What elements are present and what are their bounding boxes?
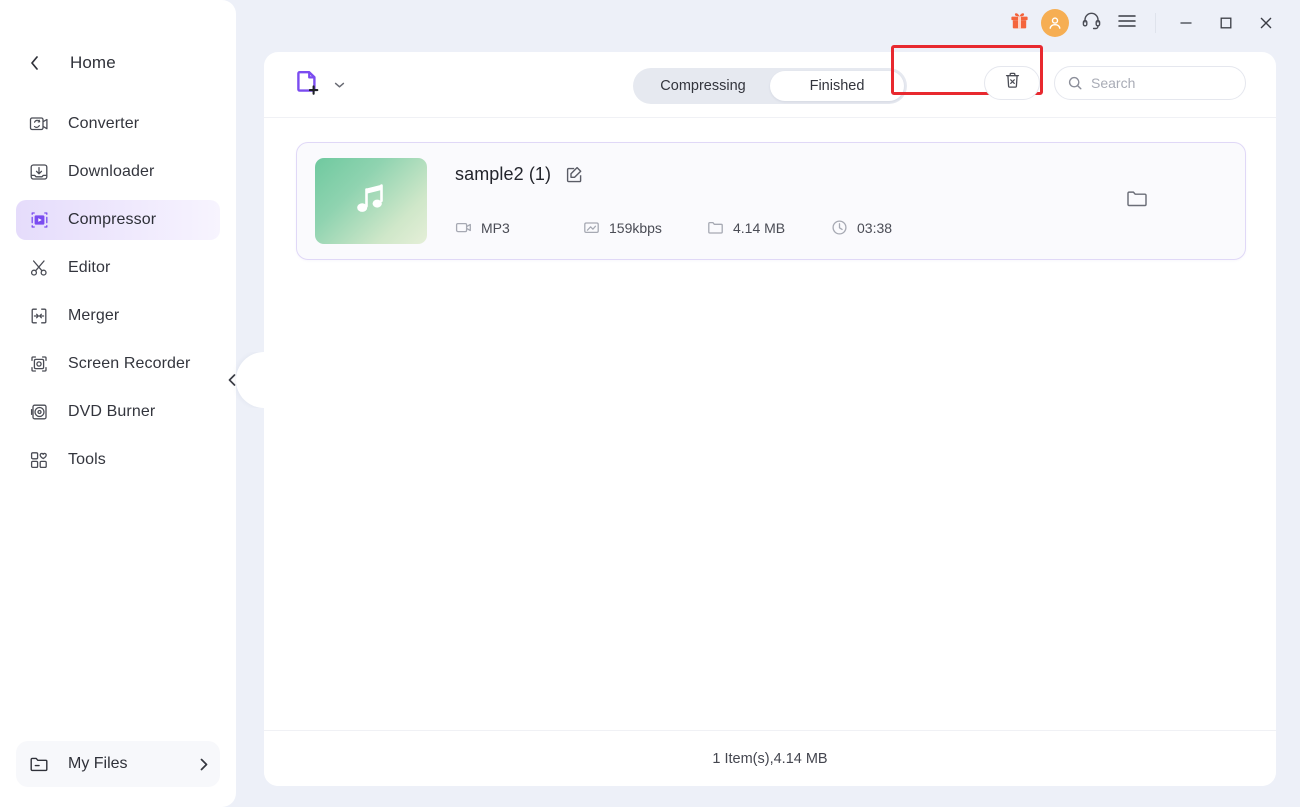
hamburger-menu-icon xyxy=(1117,13,1137,34)
add-file-button[interactable] xyxy=(294,67,345,102)
support-button[interactable] xyxy=(1073,5,1109,41)
file-bitrate-value: 159kbps xyxy=(609,220,662,236)
status-tab-group: Compressing Finished xyxy=(633,68,907,104)
sidebar-item-merger[interactable]: Merger xyxy=(16,296,220,336)
maximize-icon xyxy=(1218,15,1234,31)
toolbar-actions xyxy=(984,66,1246,100)
close-button[interactable] xyxy=(1246,6,1286,40)
collapse-handle-shape[interactable] xyxy=(236,352,264,408)
search-box[interactable] xyxy=(1054,66,1246,100)
file-size: 4.14 MB xyxy=(707,219,831,236)
gift-button[interactable] xyxy=(1001,5,1037,41)
window-titlebar xyxy=(970,0,1300,46)
home-label: Home xyxy=(70,53,116,73)
tab-finished[interactable]: Finished xyxy=(770,71,904,101)
file-list-item[interactable]: sample2 (1) xyxy=(296,142,1246,260)
delete-all-icon xyxy=(1003,71,1022,95)
content-toolbar: Compressing Finished xyxy=(264,52,1276,118)
sidebar-item-screen-recorder[interactable]: Screen Recorder xyxy=(16,344,220,384)
sidebar-item-dvd-burner[interactable]: DVD Burner xyxy=(16,392,220,432)
converter-icon xyxy=(28,113,50,135)
chevron-down-icon xyxy=(334,81,345,89)
tools-grid-icon xyxy=(28,449,50,471)
bitrate-icon xyxy=(583,219,600,236)
status-text: 1 Item(s),4.14 MB xyxy=(712,751,827,767)
format-icon xyxy=(455,219,472,236)
main-panel: Compressing Finished xyxy=(264,52,1276,786)
downloader-icon xyxy=(28,161,50,183)
sidebar-item-label: Screen Recorder xyxy=(68,355,190,373)
sidebar-item-label: Converter xyxy=(68,115,139,133)
duration-icon xyxy=(831,219,848,236)
headset-icon xyxy=(1081,10,1102,36)
sidebar-item-label: Editor xyxy=(68,259,110,277)
rename-icon[interactable] xyxy=(565,165,584,184)
sidebar-nav: Converter Downloader xyxy=(16,104,220,488)
file-format-value: MP3 xyxy=(481,220,510,236)
folder-icon xyxy=(28,753,50,775)
minimize-button[interactable] xyxy=(1166,6,1206,40)
file-bitrate: 159kbps xyxy=(583,219,707,236)
minimize-icon xyxy=(1178,15,1194,31)
status-bar: 1 Item(s),4.14 MB xyxy=(264,730,1276,786)
merger-icon xyxy=(28,305,50,327)
search-icon xyxy=(1067,75,1083,91)
filesize-icon xyxy=(707,219,724,236)
sidebar-item-editor[interactable]: Editor xyxy=(16,248,220,288)
file-list: sample2 (1) xyxy=(264,118,1276,738)
delete-all-button[interactable] xyxy=(984,66,1040,100)
home-back-button[interactable]: Home xyxy=(0,44,236,82)
my-files-button[interactable]: My Files xyxy=(16,741,220,787)
sidebar-item-label: Merger xyxy=(68,307,119,325)
file-thumbnail xyxy=(315,158,427,244)
dvd-burner-icon xyxy=(28,401,50,423)
file-duration-value: 03:38 xyxy=(857,220,892,236)
gift-icon xyxy=(1009,10,1030,36)
maximize-button[interactable] xyxy=(1206,6,1246,40)
sidebar-item-compressor[interactable]: Compressor xyxy=(16,200,220,240)
compressor-icon xyxy=(28,209,50,231)
file-title-row: sample2 (1) xyxy=(455,164,1227,185)
sidebar-item-downloader[interactable]: Downloader xyxy=(16,152,220,192)
application-window: Home Converter xyxy=(0,0,1300,807)
screen-recorder-icon xyxy=(28,353,50,375)
file-name: sample2 (1) xyxy=(455,164,551,185)
sidebar-item-label: DVD Burner xyxy=(68,403,155,421)
account-button[interactable] xyxy=(1037,5,1073,41)
my-files-label: My Files xyxy=(68,755,200,773)
add-file-icon xyxy=(294,67,324,102)
sidebar-item-converter[interactable]: Converter xyxy=(16,104,220,144)
close-icon xyxy=(1258,15,1274,31)
sidebar-item-label: Compressor xyxy=(68,211,156,229)
chevron-left-icon[interactable] xyxy=(228,374,236,387)
sidebar: Home Converter xyxy=(0,0,236,807)
file-duration: 03:38 xyxy=(831,219,892,236)
file-size-value: 4.14 MB xyxy=(733,220,785,236)
open-folder-button[interactable] xyxy=(1125,187,1149,215)
sidebar-item-label: Downloader xyxy=(68,163,154,181)
chevron-left-icon xyxy=(26,55,42,71)
menu-button[interactable] xyxy=(1109,5,1145,41)
chevron-right-icon xyxy=(200,758,208,771)
scissors-icon xyxy=(28,257,50,279)
sidebar-item-label: Tools xyxy=(68,451,106,469)
open-folder-icon xyxy=(1125,187,1149,215)
titlebar-divider xyxy=(1155,13,1156,33)
file-attributes: MP3 159kbps xyxy=(455,219,1227,236)
music-note-icon xyxy=(349,177,393,226)
sidebar-item-tools[interactable]: Tools xyxy=(16,440,220,480)
search-input[interactable] xyxy=(1091,75,1233,91)
account-avatar-icon xyxy=(1041,9,1069,37)
tab-compressing[interactable]: Compressing xyxy=(636,71,770,101)
file-meta: sample2 (1) xyxy=(455,158,1227,244)
file-format: MP3 xyxy=(455,219,583,236)
